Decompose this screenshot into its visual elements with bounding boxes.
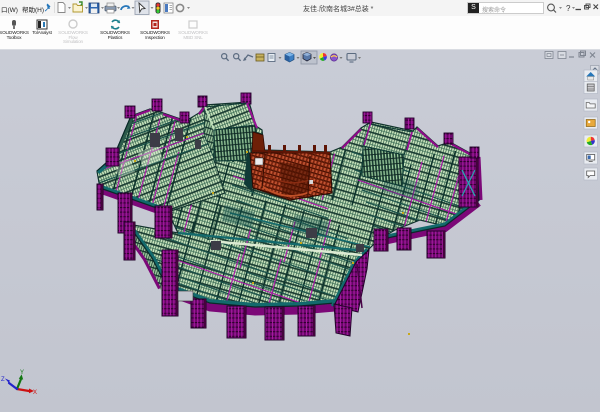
svg-text:?: ? (566, 4, 571, 13)
svg-text:Z: Z (1, 377, 5, 383)
svg-text:X: X (33, 390, 37, 396)
svg-text:Y: Y (20, 370, 24, 376)
